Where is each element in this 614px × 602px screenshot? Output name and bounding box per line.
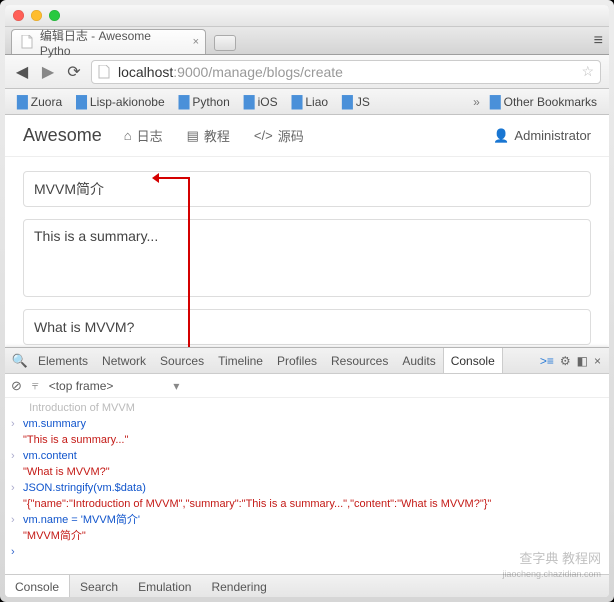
dock-icon[interactable]: ◧	[577, 354, 588, 368]
browser-tab[interactable]: 编辑日志 - Awesome Pytho ×	[11, 29, 206, 54]
content-input[interactable]	[23, 309, 591, 345]
bookmark-item[interactable]: ▇Liao	[288, 91, 332, 112]
dt-tab-sources[interactable]: Sources	[153, 348, 211, 373]
folder-icon: ▇	[179, 93, 190, 110]
reload-button[interactable]: ⟳	[65, 62, 83, 82]
dt-tab-profiles[interactable]: Profiles	[270, 348, 324, 373]
nav-blogs[interactable]: ⌂日志	[124, 126, 163, 145]
window-zoom-button[interactable]	[49, 10, 60, 21]
brand[interactable]: Awesome	[23, 125, 102, 146]
bookmark-item[interactable]: ▇Zuora	[13, 91, 66, 112]
blog-form: This is a summary...	[5, 157, 609, 359]
drawer-tab-rendering[interactable]: Rendering	[201, 575, 276, 597]
folder-icon: ▇	[490, 93, 501, 110]
folder-icon: ▇	[244, 93, 255, 110]
drawer-toggle-icon[interactable]: >≡	[540, 354, 554, 368]
nav-source[interactable]: </>源码	[254, 126, 304, 145]
page-content: Awesome ⌂日志 ▤教程 </>源码 👤Administrator Thi…	[5, 115, 609, 359]
toolbar: ◀ ▶ ⟳ localhost:9000/manage/blogs/create…	[5, 55, 609, 89]
tab-title: 编辑日志 - Awesome Pytho	[40, 27, 183, 58]
dt-tab-console[interactable]: Console	[443, 348, 503, 373]
new-tab-button[interactable]	[214, 35, 236, 51]
clear-console-icon[interactable]: ⊘	[11, 378, 22, 394]
site-icon	[98, 65, 112, 79]
chrome-menu-icon[interactable]: ≡	[594, 32, 603, 50]
watermark: 查字典 教程网	[519, 548, 601, 567]
summary-textarea[interactable]: This is a summary...	[23, 219, 591, 297]
back-button[interactable]: ◀	[13, 62, 31, 82]
name-input[interactable]	[23, 171, 591, 207]
tab-strip: 编辑日志 - Awesome Pytho × ≡	[5, 27, 609, 55]
admin-link[interactable]: 👤Administrator	[493, 128, 591, 144]
book-icon: ▤	[187, 128, 199, 144]
bookmark-item[interactable]: ▇iOS	[240, 91, 282, 112]
user-icon: 👤	[493, 128, 509, 144]
watermark-url: jiaocheng.chazidian.com	[502, 569, 601, 579]
dt-tab-audits[interactable]: Audits	[395, 348, 442, 373]
filter-icon[interactable]: ⫧	[32, 378, 39, 393]
devtools-close-icon[interactable]: ×	[594, 354, 601, 368]
code-icon: </>	[254, 128, 273, 143]
site-navbar: Awesome ⌂日志 ▤教程 </>源码 👤Administrator	[5, 115, 609, 157]
bookmark-star-icon[interactable]: ☆	[581, 63, 594, 80]
console-toolbar: ⊘ ⫧ <top frame>	[5, 374, 609, 398]
nav-tutorials[interactable]: ▤教程	[187, 126, 230, 145]
window-minimize-button[interactable]	[31, 10, 42, 21]
settings-gear-icon[interactable]: ⚙	[560, 354, 571, 368]
page-favicon	[20, 35, 34, 49]
address-bar[interactable]: localhost:9000/manage/blogs/create ☆	[91, 60, 601, 84]
window-close-button[interactable]	[13, 10, 24, 21]
bookmark-item[interactable]: ▇Python	[175, 91, 234, 112]
dt-tab-timeline[interactable]: Timeline	[211, 348, 270, 373]
forward-button: ▶	[39, 62, 57, 82]
dt-tab-elements[interactable]: Elements	[31, 348, 95, 373]
folder-icon: ▇	[292, 93, 303, 110]
bookmark-item[interactable]: ▇Lisp-akionobe	[72, 91, 169, 112]
url-text: localhost:9000/manage/blogs/create	[118, 64, 343, 80]
drawer-tab-emulation[interactable]: Emulation	[128, 575, 201, 597]
folder-icon: ▇	[76, 93, 87, 110]
annotation-arrow	[156, 177, 190, 179]
bookmark-item[interactable]: ▇JS	[338, 91, 374, 112]
dt-tab-network[interactable]: Network	[95, 348, 153, 373]
folder-icon: ▇	[17, 93, 28, 110]
dt-tab-resources[interactable]: Resources	[324, 348, 395, 373]
drawer-tab-console[interactable]: Console	[5, 575, 70, 597]
home-icon: ⌂	[124, 128, 132, 143]
inspect-icon[interactable]: 🔍	[9, 353, 31, 369]
other-bookmarks[interactable]: ▇Other Bookmarks	[486, 91, 601, 112]
bookmarks-overflow-icon[interactable]: »	[473, 95, 480, 109]
window-titlebar	[5, 5, 609, 27]
folder-icon: ▇	[342, 93, 353, 110]
bookmarks-bar: ▇Zuora ▇Lisp-akionobe ▇Python ▇iOS ▇Liao…	[5, 89, 609, 115]
frame-selector[interactable]: <top frame>	[49, 379, 180, 393]
tab-close-icon[interactable]: ×	[193, 36, 199, 48]
devtools-tabs: 🔍 Elements Network Sources Timeline Prof…	[5, 348, 609, 374]
drawer-tab-search[interactable]: Search	[70, 575, 128, 597]
